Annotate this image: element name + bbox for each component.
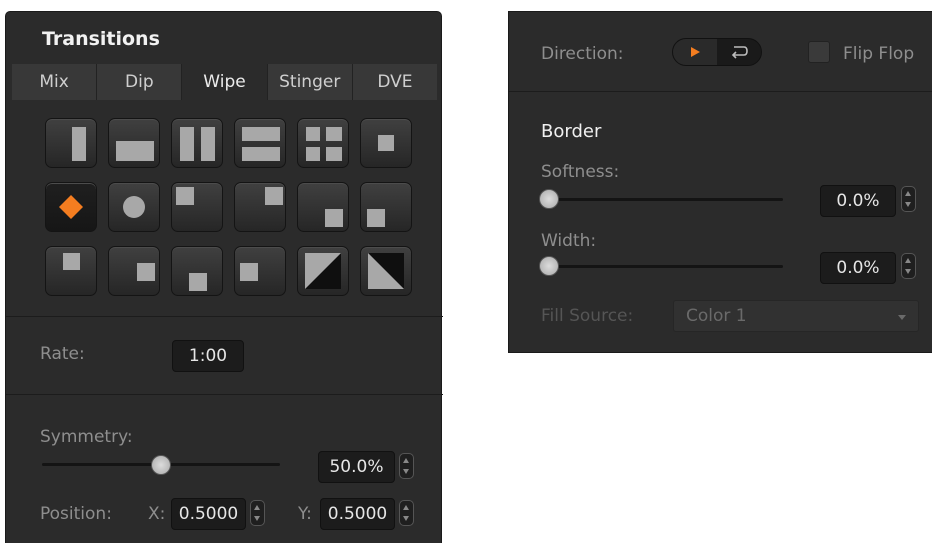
box-center-icon bbox=[378, 135, 394, 151]
position-x-field[interactable]: 0.5000 bbox=[171, 498, 246, 530]
box-bottom-left-icon bbox=[367, 209, 385, 227]
width-slider-knob[interactable] bbox=[539, 256, 559, 276]
direction-reverse-button[interactable] bbox=[717, 39, 761, 65]
direction-normal-button[interactable] bbox=[673, 39, 717, 65]
wipe-four-box-button[interactable] bbox=[297, 118, 349, 168]
play-icon bbox=[691, 47, 700, 57]
box-top-left-icon bbox=[176, 187, 194, 205]
softness-slider-knob[interactable] bbox=[539, 189, 559, 209]
wipe-box-right-center-button[interactable] bbox=[108, 246, 160, 296]
transition-tabs: Mix Dip Wipe Stinger DVE bbox=[12, 64, 438, 100]
wipe-barn-door-horizontal-button[interactable] bbox=[234, 118, 286, 168]
box-top-right-icon bbox=[265, 187, 283, 205]
softness-label: Softness: bbox=[541, 162, 620, 182]
wipe-pattern-grid bbox=[45, 118, 413, 298]
wipe-box-bottom-left-button[interactable] bbox=[360, 182, 412, 232]
tab-wipe[interactable]: Wipe bbox=[182, 64, 268, 100]
circle-icon bbox=[123, 196, 145, 218]
symmetry-slider-knob[interactable] bbox=[151, 455, 171, 475]
wipe-box-bottom-center-button[interactable] bbox=[171, 246, 223, 296]
section-divider bbox=[509, 91, 932, 92]
border-section-title: Border bbox=[541, 121, 602, 142]
direction-label: Direction: bbox=[541, 44, 624, 64]
direction-toggle bbox=[672, 38, 762, 66]
panel-title: Transitions bbox=[42, 28, 160, 50]
flip-flop-label: Flip Flop bbox=[843, 44, 915, 64]
horizontal-bar-icon bbox=[116, 141, 154, 161]
width-value-field[interactable]: 0.0% bbox=[820, 252, 896, 284]
softness-value-field[interactable]: 0.0% bbox=[820, 185, 896, 217]
transitions-panel: Transitions Mix Dip Wipe Stinger DVE Rat… bbox=[5, 11, 443, 543]
border-panel: Direction: Flip Flop Border Softness: 0.… bbox=[508, 11, 932, 353]
diamond-icon bbox=[59, 195, 83, 219]
section-divider bbox=[6, 394, 443, 395]
wipe-box-top-center-button[interactable] bbox=[45, 246, 97, 296]
wipe-box-bottom-right-button[interactable] bbox=[297, 182, 349, 232]
position-y-field[interactable]: 0.5000 bbox=[320, 498, 395, 530]
box-top-center-icon bbox=[63, 253, 80, 270]
diagonal-top-right-icon bbox=[305, 253, 341, 289]
symmetry-value-field[interactable]: 50.0% bbox=[318, 451, 395, 483]
box-bottom-center-icon bbox=[189, 273, 207, 291]
wipe-diamond-button[interactable] bbox=[45, 182, 97, 232]
four-box-icon bbox=[306, 127, 320, 141]
return-arrow-icon bbox=[731, 46, 748, 59]
width-stepper[interactable] bbox=[901, 253, 916, 279]
section-divider bbox=[6, 316, 443, 317]
tab-mix[interactable]: Mix bbox=[12, 64, 98, 100]
rate-label: Rate: bbox=[40, 344, 85, 364]
box-left-center-icon bbox=[240, 263, 258, 281]
wipe-diagonal-top-right-button[interactable] bbox=[297, 246, 349, 296]
width-slider-track[interactable] bbox=[543, 265, 783, 268]
box-right-center-icon bbox=[137, 263, 155, 281]
flip-flop-checkbox[interactable] bbox=[808, 41, 830, 63]
wipe-box-top-left-button[interactable] bbox=[171, 182, 223, 232]
softness-stepper[interactable] bbox=[901, 186, 916, 212]
softness-slider-track[interactable] bbox=[543, 198, 783, 201]
wipe-box-left-center-button[interactable] bbox=[234, 246, 286, 296]
wipe-vertical-bar-button[interactable] bbox=[45, 118, 97, 168]
chevron-down-icon bbox=[898, 315, 906, 320]
tab-dip[interactable]: Dip bbox=[97, 64, 183, 100]
wipe-barn-door-vertical-button[interactable] bbox=[171, 118, 223, 168]
vertical-bar-icon bbox=[72, 127, 86, 161]
position-label: Position: bbox=[40, 504, 112, 524]
symmetry-label: Symmetry: bbox=[40, 427, 133, 447]
position-x-label: X: bbox=[148, 504, 166, 524]
symmetry-stepper[interactable] bbox=[399, 453, 414, 479]
tab-stinger[interactable]: Stinger bbox=[267, 64, 353, 100]
barn-door-horizontal-icon bbox=[242, 127, 280, 141]
wipe-box-center-button[interactable] bbox=[360, 118, 412, 168]
rate-input[interactable]: 1:00 bbox=[172, 340, 244, 372]
fill-source-dropdown[interactable]: Color 1 bbox=[673, 300, 919, 332]
position-x-stepper[interactable] bbox=[250, 500, 265, 526]
diagonal-top-left-icon bbox=[368, 253, 404, 289]
position-y-stepper[interactable] bbox=[399, 500, 414, 526]
position-y-label: Y: bbox=[298, 504, 312, 524]
tab-dve[interactable]: DVE bbox=[352, 64, 438, 100]
wipe-box-top-right-button[interactable] bbox=[234, 182, 286, 232]
fill-source-value: Color 1 bbox=[686, 306, 747, 326]
barn-door-vertical-icon bbox=[180, 127, 194, 161]
fill-source-label: Fill Source: bbox=[541, 306, 634, 326]
width-label: Width: bbox=[541, 231, 597, 251]
box-bottom-right-icon bbox=[325, 209, 343, 227]
wipe-horizontal-bar-button[interactable] bbox=[108, 118, 160, 168]
wipe-circle-button[interactable] bbox=[108, 182, 160, 232]
wipe-diagonal-top-left-button[interactable] bbox=[360, 246, 412, 296]
